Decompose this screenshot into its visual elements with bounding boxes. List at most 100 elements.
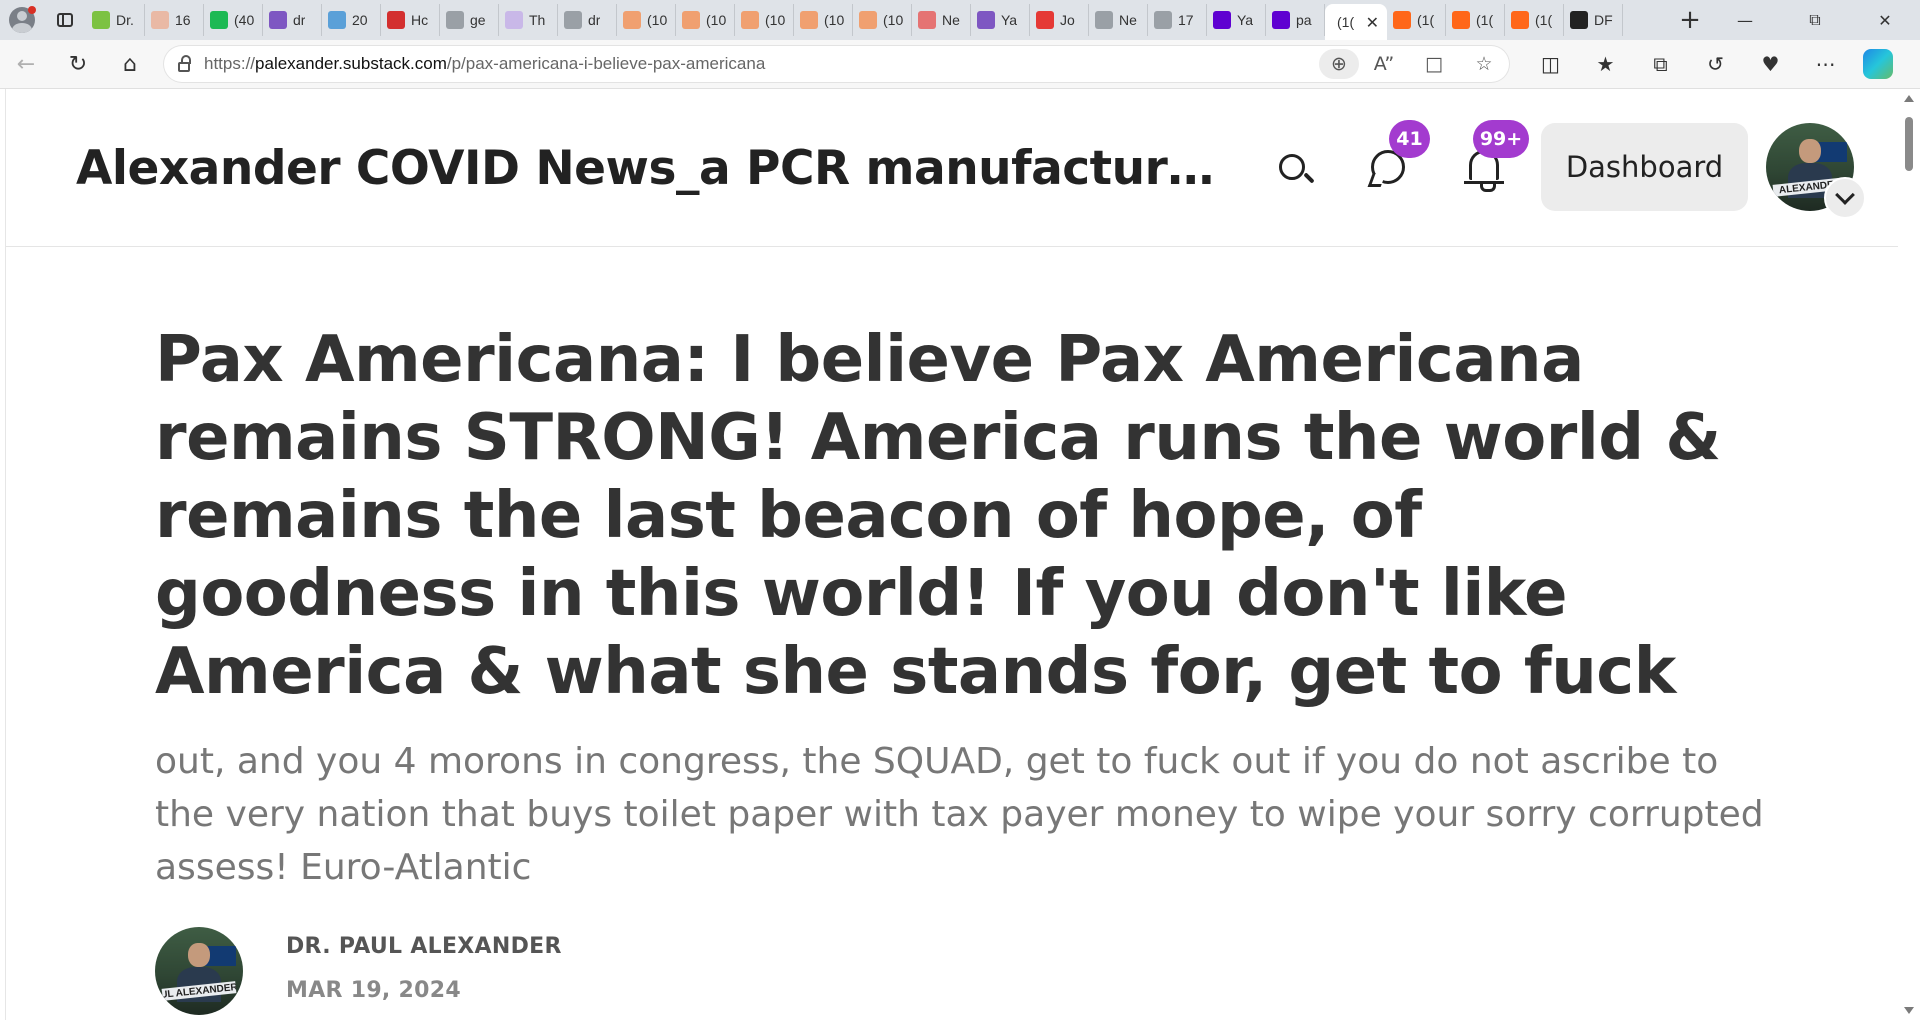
tab-label: 20 bbox=[352, 12, 368, 28]
collections-icon[interactable]: ⧉ bbox=[1633, 52, 1688, 76]
substack-icon bbox=[682, 11, 700, 29]
tab[interactable]: (40 bbox=[204, 4, 263, 36]
tab-label: Ya bbox=[1001, 12, 1018, 28]
tab-label: Ya bbox=[1237, 12, 1254, 28]
translate-icon bbox=[564, 11, 582, 29]
site-header: Alexander COVID News_a PCR manufactured…… bbox=[6, 89, 1899, 247]
address-bar[interactable]: https://palexander.substack.com/p/pax-am… bbox=[164, 46, 1509, 82]
tab[interactable]: (1( bbox=[1446, 4, 1505, 36]
page-scrollbar[interactable] bbox=[1898, 89, 1920, 1020]
author-avatar[interactable]: UL ALEXANDER bbox=[155, 927, 243, 1015]
history-icon[interactable]: ↺ bbox=[1688, 52, 1743, 76]
home-button[interactable]: ⌂ bbox=[104, 40, 156, 88]
tab-label: Ne bbox=[942, 12, 960, 28]
close-window-button[interactable]: ✕ bbox=[1850, 0, 1920, 40]
url-prefix: https:// bbox=[204, 54, 256, 73]
browser-toolbar: ◫ ★ ⧉ ↺ ♥ ⋯ bbox=[1523, 49, 1893, 79]
immersive-reader-icon[interactable]: □ bbox=[1409, 53, 1459, 75]
tab[interactable]: (10 bbox=[676, 4, 735, 36]
url-host: palexander.substack.com bbox=[255, 54, 447, 73]
search-button[interactable] bbox=[1268, 143, 1316, 191]
tab[interactable]: Ne bbox=[1089, 4, 1148, 36]
profile-alert-dot bbox=[28, 6, 36, 14]
p-logo-icon bbox=[328, 11, 346, 29]
df-logo-icon bbox=[1570, 11, 1588, 29]
tab[interactable]: (1( bbox=[1387, 4, 1446, 36]
tab-label: (10 bbox=[824, 12, 845, 28]
zoom-icon[interactable]: ⊕ bbox=[1319, 49, 1359, 79]
tab-label: (1( bbox=[1476, 12, 1494, 28]
lock-icon[interactable] bbox=[164, 55, 204, 72]
address-bar-icons: ⊕ A” □ ☆ bbox=[1319, 49, 1509, 79]
scroll-up-arrow-icon[interactable] bbox=[1904, 95, 1914, 102]
favorite-star-icon[interactable]: ☆ bbox=[1459, 53, 1509, 75]
back-button[interactable]: ← bbox=[0, 40, 52, 88]
copilot-icon[interactable] bbox=[1863, 49, 1893, 79]
tab-label: (1( bbox=[1337, 14, 1355, 30]
translate-icon bbox=[1154, 11, 1172, 29]
tab[interactable]: Jo bbox=[1030, 4, 1089, 36]
tab[interactable]: dr bbox=[558, 4, 617, 36]
favorites-icon[interactable]: ★ bbox=[1578, 52, 1633, 76]
read-aloud-icon[interactable]: A” bbox=[1359, 53, 1409, 75]
tab[interactable]: Ya bbox=[1207, 4, 1266, 36]
tab-label: Hc bbox=[411, 12, 429, 28]
tab[interactable]: 17 bbox=[1148, 4, 1207, 36]
post-title: Pax Americana: I believe Pax Americana r… bbox=[155, 323, 1721, 709]
refresh-button[interactable]: ↻ bbox=[52, 40, 104, 88]
tab[interactable]: (1( bbox=[1505, 4, 1564, 36]
tab[interactable]: Ne bbox=[912, 4, 971, 36]
tab-label: dr bbox=[588, 12, 601, 28]
new-tab-button[interactable]: + bbox=[1670, 0, 1710, 40]
yahoo-icon bbox=[269, 11, 287, 29]
tab[interactable]: (10 bbox=[794, 4, 853, 36]
tab-actions-icon bbox=[57, 13, 73, 27]
tab[interactable]: DF bbox=[1564, 4, 1623, 36]
tab[interactable]: pa bbox=[1266, 4, 1325, 36]
dashboard-button[interactable]: Dashboard bbox=[1541, 123, 1748, 211]
tab[interactable]: Ya bbox=[971, 4, 1030, 36]
tab-label: (10 bbox=[647, 12, 668, 28]
profile-button[interactable] bbox=[0, 0, 44, 40]
video-play-icon bbox=[92, 11, 110, 29]
tab[interactable]: (10 bbox=[853, 4, 912, 36]
publication-title[interactable]: Alexander COVID News_a PCR manufactured… bbox=[76, 141, 1216, 196]
tab-actions-button[interactable] bbox=[44, 0, 86, 40]
chevron-down-icon bbox=[1835, 185, 1855, 205]
author-name[interactable]: DR. PAUL ALEXANDER bbox=[286, 934, 562, 959]
scroll-down-arrow-icon[interactable] bbox=[1904, 1007, 1914, 1014]
browser-essentials-icon[interactable]: ♥ bbox=[1743, 52, 1798, 76]
tab[interactable]: Hc bbox=[381, 4, 440, 36]
tab-label: (10 bbox=[706, 12, 727, 28]
tab[interactable]: dr bbox=[263, 4, 322, 36]
tab-label: DF bbox=[1594, 12, 1613, 28]
minimize-button[interactable]: — bbox=[1710, 0, 1780, 40]
r-logo-icon bbox=[918, 11, 936, 29]
tab[interactable]: (10 bbox=[735, 4, 794, 36]
tab-label: dr bbox=[293, 12, 306, 28]
url-text[interactable]: https://palexander.substack.com/p/pax-am… bbox=[204, 54, 765, 74]
tab[interactable]: 20 bbox=[322, 4, 381, 36]
window-controls: — ⧉ ✕ bbox=[1710, 0, 1920, 40]
search-icon bbox=[446, 11, 464, 29]
tab[interactable]: Dr. bbox=[86, 4, 145, 36]
youtube-icon bbox=[1036, 11, 1054, 29]
yahoo-icon bbox=[977, 11, 995, 29]
account-menu-button[interactable] bbox=[1824, 177, 1866, 219]
tab-active[interactable]: (1( ✕ bbox=[1325, 4, 1387, 40]
tab[interactable]: (10 bbox=[617, 4, 676, 36]
tab[interactable]: ge bbox=[440, 4, 499, 36]
tab-label: pa bbox=[1296, 12, 1312, 28]
tab[interactable]: 16 bbox=[145, 4, 204, 36]
yahoo-icon bbox=[1272, 11, 1290, 29]
bi-icon bbox=[151, 11, 169, 29]
close-tab-icon[interactable]: ✕ bbox=[1366, 13, 1379, 32]
tab-label: (40 bbox=[234, 12, 255, 28]
scrollbar-thumb[interactable] bbox=[1905, 117, 1913, 171]
more-menu-icon[interactable]: ⋯ bbox=[1798, 52, 1853, 76]
navigation-bar: ← ↻ ⌂ https://palexander.substack.com/p/… bbox=[0, 40, 1920, 89]
chat-count-badge: 41 bbox=[1389, 120, 1430, 158]
tab[interactable]: Th bbox=[499, 4, 558, 36]
split-screen-icon[interactable]: ◫ bbox=[1523, 52, 1578, 76]
restore-button[interactable]: ⧉ bbox=[1780, 0, 1850, 40]
